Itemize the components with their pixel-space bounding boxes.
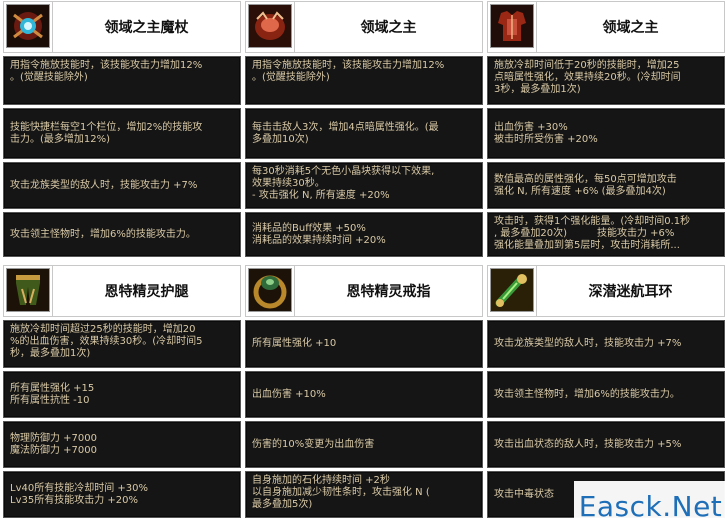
stat-cell: 攻击时，获得1个强化能量。(冷却时间0.1秒 , 最多叠加20次) 技能攻击力 … xyxy=(487,212,725,257)
stat-cell: 用指令施放技能时，该技能攻击力增加12% 。(觉醒技能除外) xyxy=(245,56,483,105)
shoulder-armor-icon xyxy=(248,4,292,48)
item-title: 领域之主魔杖 xyxy=(52,2,240,52)
stat-cell: 所有属性强化 +10 xyxy=(245,320,483,368)
stat-cell: 自身施加的石化持续时间 +2秒 以自身施加减少韧性条时，攻击强化 N ( 最多叠… xyxy=(245,471,483,518)
item-header: 领域之主魔杖 xyxy=(3,1,241,53)
stat-cell: 伤害的10%变更为出血伤害 xyxy=(245,421,483,468)
stat-cell: 攻击龙族类型的敌人时，技能攻击力 +7% xyxy=(3,162,241,209)
stat-cell: 攻击龙族类型的敌人时，技能攻击力 +7% xyxy=(487,320,725,368)
item-title: 深潜迷航耳环 xyxy=(536,266,724,316)
stat-cell: 所有属性强化 +15 所有属性抗性 -10 xyxy=(3,371,241,418)
staff-icon xyxy=(6,4,50,48)
stat-cell: 攻击出血状态的敌人时，技能攻击力 +5% xyxy=(487,421,725,468)
column-right: 领域之主 施放冷却时间低于20秒的技能时，增加25 点暗属性强化，效果持续20秒… xyxy=(487,0,725,518)
stat-cell: 用指令施放技能时，该技能攻击力增加12% 。(觉醒技能除外) xyxy=(3,56,241,105)
stat-cell: 技能快捷栏每空1个栏位，增加2%的技能攻 击力。(最多增加12%) xyxy=(3,108,241,159)
item-title: 恩特精灵护腿 xyxy=(52,266,240,316)
stat-cell: 施放冷却时间低于20秒的技能时，增加25 点暗属性强化，效果持续20秒。(冷却时… xyxy=(487,56,725,105)
stat-cell: 消耗品的Buff效果 +50% 消耗品的效果持续时间 +20% xyxy=(245,212,483,257)
stat-cell: 数值最高的属性强化，每50点可增加攻击 强化 N, 所有速度 +6% (最多叠加… xyxy=(487,162,725,209)
stat-cell: 施放冷却时间超过25秒的技能时，增加20 %的出血伤害，效果持续30秒。(冷却时… xyxy=(3,320,241,368)
item-header: 领域之主 xyxy=(245,1,483,53)
column-left: 领域之主魔杖 用指令施放技能时，该技能攻击力增加12% 。(觉醒技能除外) 技能… xyxy=(3,0,241,518)
leg-armor-icon xyxy=(6,268,50,312)
item-header: 恩特精灵护腿 xyxy=(3,265,241,317)
stat-cell: 每30秒消耗5个无色小晶块获得以下效果, 效果持续30秒。 - 攻击强化 N, … xyxy=(245,162,483,209)
item-title: 领域之主 xyxy=(536,2,724,52)
stat-cell: 出血伤害 +10% xyxy=(245,371,483,418)
item-header: 深潜迷航耳环 xyxy=(487,265,725,317)
stat-cell: 攻击领主怪物时，增加6%的技能攻击力。 xyxy=(487,371,725,418)
earring-icon xyxy=(490,268,534,312)
chest-armor-icon xyxy=(490,4,534,48)
site-watermark: Easck.Net xyxy=(574,481,727,531)
stat-cell: Lv40所有技能冷却时间 +30% Lv35所有技能攻击力 +20% xyxy=(3,471,241,518)
item-header: 恩特精灵戒指 xyxy=(245,265,483,317)
stat-cell: 物理防御力 +7000 魔法防御力 +7000 xyxy=(3,421,241,468)
item-title: 恩特精灵戒指 xyxy=(294,266,482,316)
item-header: 领域之主 xyxy=(487,1,725,53)
stat-cell: 每击击敌人3次，增加4点暗属性强化。(最 多叠加10次) xyxy=(245,108,483,159)
column-middle: 领域之主 用指令施放技能时，该技能攻击力增加12% 。(觉醒技能除外) 每击击敌… xyxy=(245,0,483,518)
stat-cell: 攻击领主怪物时，增加6%的技能攻击力。 xyxy=(3,212,241,257)
ring-icon xyxy=(248,268,292,312)
stat-cell: 出血伤害 +30% 被击时所受伤害 +20% xyxy=(487,108,725,159)
item-title: 领域之主 xyxy=(294,2,482,52)
